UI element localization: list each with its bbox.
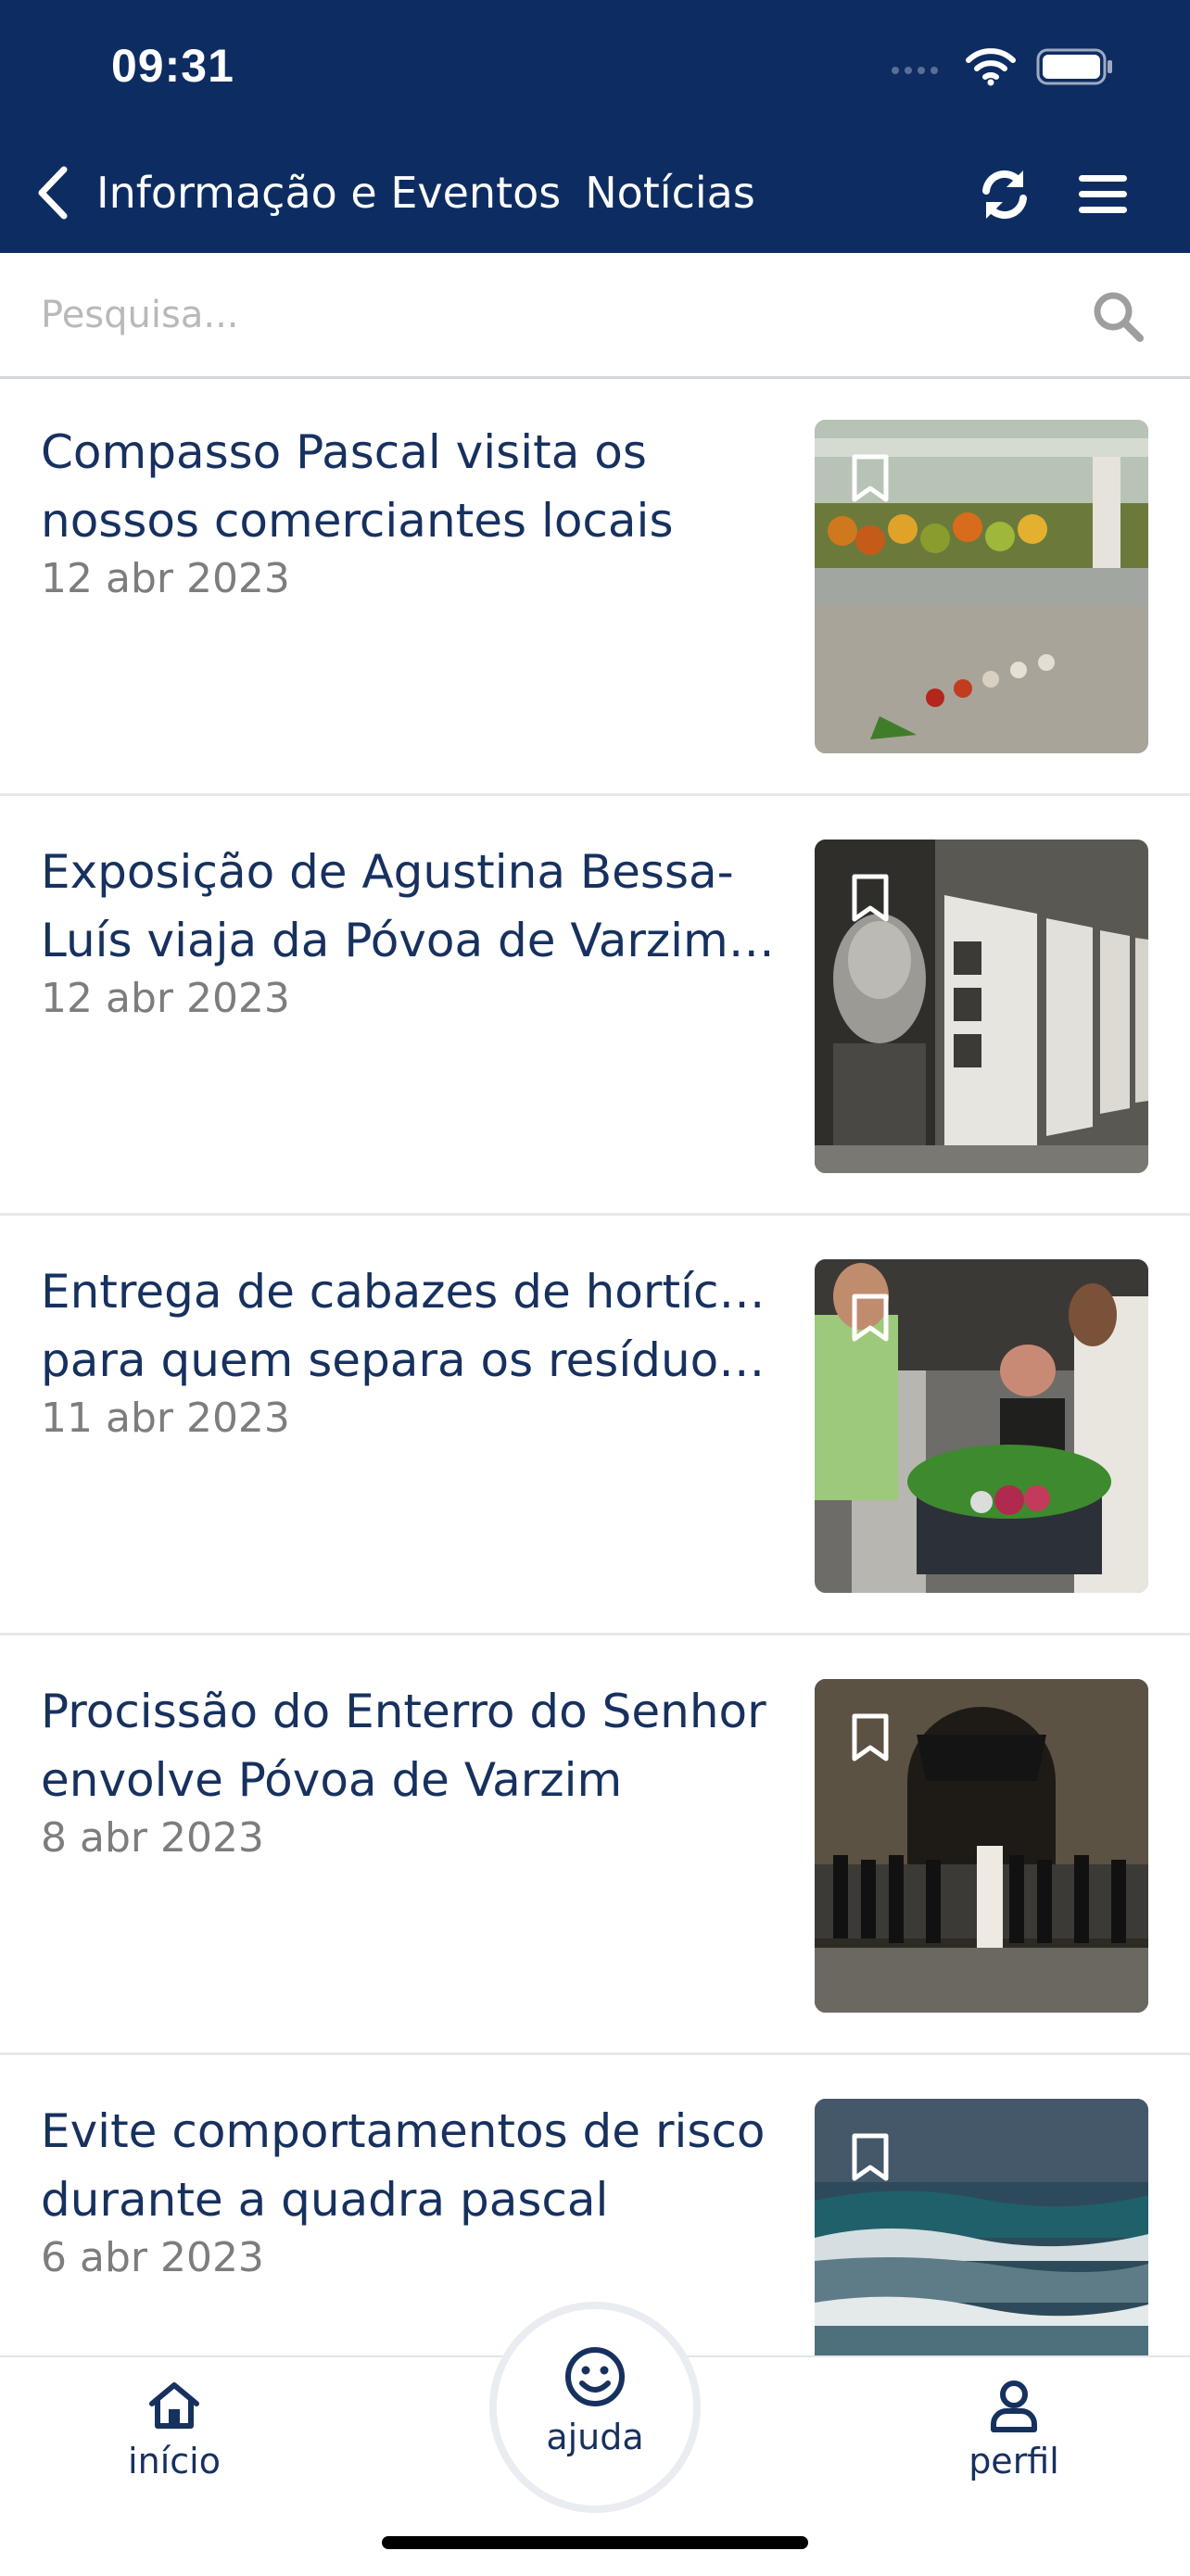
help-label: ajuda — [546, 2417, 644, 2457]
back-button[interactable] — [30, 165, 76, 221]
news-thumbnail — [815, 2099, 1148, 2355]
tab-profile[interactable]: perfil — [912, 2376, 1116, 2506]
search-bar — [0, 253, 1190, 379]
bookmark-icon[interactable] — [850, 1712, 891, 1762]
tab-profile-label: perfil — [968, 2441, 1059, 2481]
navigation-bar: Informação e Eventos Notícias — [0, 148, 1190, 237]
tab-home-label: início — [128, 2441, 221, 2481]
news-thumbnail — [815, 420, 1148, 753]
news-title: Evite comportamentos de risco durante a … — [41, 2097, 782, 2234]
news-thumbnail — [815, 840, 1148, 1173]
news-item[interactable]: Procissão do Enterro do Senhor envolve P… — [0, 1638, 1190, 2055]
news-title: Exposição de Agustina Bessa- Luís viaja … — [41, 838, 782, 975]
news-title-line: Compasso Pascal visita os — [41, 425, 647, 479]
status-time: 09:31 — [111, 40, 234, 92]
news-date: 12 abr 2023 — [41, 975, 290, 1022]
cellular-signal-icon — [892, 67, 938, 74]
home-indicator — [382, 2536, 808, 2549]
news-thumbnail — [815, 1679, 1148, 2013]
news-title: Entrega de cabazes de hortícolas para qu… — [41, 1257, 782, 1395]
news-list: Compasso Pascal visita os nossos comerci… — [0, 379, 1190, 2355]
news-item[interactable]: Entrega de cabazes de hortícolas para qu… — [0, 1219, 1190, 1635]
news-title: Compasso Pascal visita os nossos comerci… — [41, 418, 782, 555]
tab-home[interactable]: início — [72, 2376, 276, 2506]
smiley-icon — [565, 2347, 625, 2406]
news-item[interactable]: Exposição de Agustina Bessa- Luís viaja … — [0, 799, 1190, 1216]
news-title-line: Exposição de Agustina Bessa- — [41, 845, 734, 899]
news-title-line: durante a quadra pascal — [41, 2173, 609, 2227]
help-button[interactable]: ajuda — [489, 2302, 701, 2513]
wifi-icon — [966, 48, 1016, 86]
news-date: 6 abr 2023 — [41, 2234, 264, 2281]
bookmark-icon[interactable] — [850, 2132, 891, 2182]
news-title-line: nossos comerciantes locais — [41, 494, 674, 548]
search-icon[interactable] — [1090, 288, 1146, 344]
home-icon — [149, 2382, 199, 2429]
hamburger-menu-icon — [1079, 175, 1127, 213]
battery-icon — [1036, 48, 1112, 85]
bookmark-icon[interactable] — [850, 1293, 891, 1343]
news-title-line: Procissão do Enterro do Senhor — [41, 1685, 766, 1738]
breadcrumb-parent[interactable]: Informação e Eventos — [96, 168, 561, 218]
news-date: 11 abr 2023 — [41, 1395, 290, 1442]
news-date: 12 abr 2023 — [41, 555, 290, 602]
news-title-line: para quem separa os resíduos a... — [41, 1333, 782, 1387]
bookmark-icon[interactable] — [850, 873, 891, 923]
app-header: 09:31 Informação e Eventos Notícias — [0, 0, 1190, 253]
search-input[interactable] — [41, 286, 1060, 344]
bookmark-icon[interactable] — [850, 453, 891, 503]
user-icon — [991, 2380, 1037, 2432]
page-title: Notícias — [585, 168, 755, 218]
news-title: Procissão do Enterro do Senhor envolve P… — [41, 1677, 782, 1814]
news-thumbnail — [815, 1259, 1148, 1593]
news-title-line: Entrega de cabazes de hortícolas — [41, 1265, 782, 1319]
refresh-icon — [982, 170, 1027, 220]
news-item[interactable]: Compasso Pascal visita os nossos comerci… — [0, 379, 1190, 796]
refresh-button[interactable] — [975, 165, 1034, 224]
news-title-line: Evite comportamentos de risco — [41, 2104, 766, 2158]
status-icons — [890, 42, 1114, 92]
breadcrumb: Informação e Eventos Notícias — [96, 167, 755, 219]
news-title-line: envolve Póvoa de Varzim — [41, 1753, 623, 1807]
back-chevron-icon — [38, 166, 68, 220]
menu-button[interactable] — [1075, 167, 1131, 222]
news-title-line: Luís viaja da Póvoa de Varzim a... — [41, 914, 782, 967]
news-date: 8 abr 2023 — [41, 1814, 264, 1862]
